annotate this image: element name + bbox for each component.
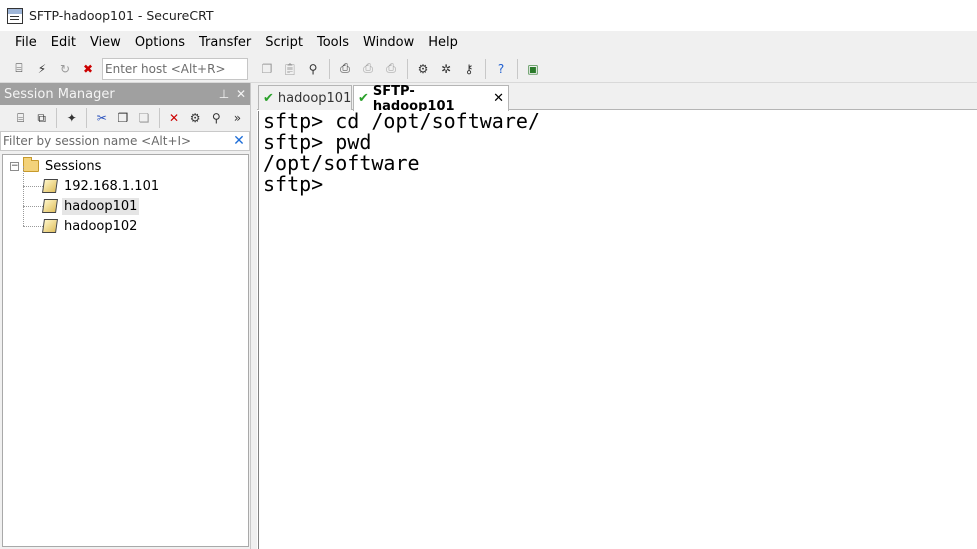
menu-file[interactable]: File <box>8 32 44 54</box>
session-options-icon[interactable]: ⚙ <box>414 60 432 78</box>
session-tree: − Sessions 192.168.1.101 hadoop101 hadoo… <box>2 154 249 547</box>
tree-connector <box>23 206 24 226</box>
tree-session-item[interactable]: hadoop102 <box>3 206 248 236</box>
terminal-prompt: sftp> <box>263 172 324 196</box>
terminal-line: sftp> pwd <box>263 130 372 154</box>
main-toolbar: ⌸ ⚡ ↻ ✖ Enter host <Alt+R> ❐ 📋︎ ⚲ ⎙ ⎙ ⎙ … <box>0 55 977 83</box>
tree-connector <box>23 186 43 187</box>
find-icon[interactable]: ⚲ <box>304 60 322 78</box>
reconnect-icon[interactable]: ↻ <box>56 60 74 78</box>
properties-icon[interactable]: ⚙ <box>187 109 204 127</box>
session-icon <box>42 219 58 233</box>
tree-connector <box>23 166 24 186</box>
overflow-chevron-icon[interactable]: » <box>229 109 246 127</box>
terminal-line: sftp> cd /opt/software/ <box>263 109 540 133</box>
menu-edit[interactable]: Edit <box>44 32 83 54</box>
session-icon <box>42 179 58 193</box>
tree-folder-label: Sessions <box>45 158 102 174</box>
session-manager-panel: Session Manager ⊥ ✕ ⌸ ⧉ ✦ ✂ ❐ ❏ ✕ ⚙ ⚲ » … <box>0 83 251 549</box>
disconnect-icon[interactable]: ✖ <box>79 60 97 78</box>
close-tab-icon[interactable]: ✕ <box>493 91 504 106</box>
paste-session-icon[interactable]: ❏ <box>135 109 152 127</box>
menu-options[interactable]: Options <box>128 32 192 54</box>
paste-icon[interactable]: 📋︎ <box>281 60 299 78</box>
terminal-area[interactable]: sftp> cd /opt/software/ sftp> pwd /opt/s… <box>258 111 977 549</box>
find-session-icon[interactable]: ⚲ <box>208 109 225 127</box>
menu-bar: File Edit View Options Transfer Script T… <box>0 31 977 55</box>
connect-session-icon[interactable]: ⌸ <box>12 109 29 127</box>
delete-icon[interactable]: ✕ <box>166 109 183 127</box>
tree-session-label: 192.168.1.101 <box>64 178 160 194</box>
session-icon <box>42 199 58 213</box>
menu-transfer[interactable]: Transfer <box>192 32 258 54</box>
panel-splitter[interactable] <box>251 83 257 549</box>
toolbar-separator <box>485 58 486 79</box>
toolbar-separator <box>158 108 160 128</box>
tree-folder-sessions[interactable]: − Sessions <box>3 156 248 176</box>
tree-connector <box>23 186 24 206</box>
toolbar-separator <box>329 58 330 79</box>
toolbar-separator <box>517 58 518 79</box>
connected-check-icon: ✔ <box>263 90 274 106</box>
connect-tab-icon[interactable]: ⧉ <box>33 109 50 127</box>
copy-session-icon[interactable]: ❐ <box>114 109 131 127</box>
terminal-line: /opt/software <box>263 151 420 175</box>
collapse-icon[interactable]: − <box>10 161 19 171</box>
clear-filter-icon[interactable]: ✕ <box>229 133 249 149</box>
new-session-icon[interactable]: ✦ <box>63 109 80 127</box>
tab-sftp-hadoop101[interactable]: ✔ SFTP-hadoop101 ✕ <box>353 84 509 114</box>
session-manager-toolbar: ⌸ ⧉ ✦ ✂ ❐ ❏ ✕ ⚙ ⚲ » <box>0 105 250 131</box>
title-bar: SFTP-hadoop101 - SecureCRT <box>0 0 977 31</box>
menu-tools[interactable]: Tools <box>310 32 356 54</box>
enter-host-input[interactable]: Enter host <Alt+R> <box>102 57 248 80</box>
session-manager-header: Session Manager ⊥ ✕ <box>0 83 250 105</box>
session-tab-bar: ✔ hadoop101 ✔ SFTP-hadoop101 ✕ <box>257 83 977 114</box>
help-icon[interactable]: ? <box>492 60 510 78</box>
close-panel-icon[interactable]: ✕ <box>233 87 249 101</box>
tree-session-label-selected: hadoop101 <box>62 197 140 215</box>
tree-session-item[interactable]: hadoop101 <box>3 186 248 216</box>
menu-view[interactable]: View <box>83 32 128 54</box>
session-filter: Filter by session name <Alt+I> ✕ <box>0 131 250 151</box>
menu-help[interactable]: Help <box>421 32 465 54</box>
pin-icon[interactable]: ⊥ <box>216 87 232 101</box>
session-manager-title: Session Manager <box>4 86 115 102</box>
session-filter-input[interactable]: Filter by session name <Alt+I> <box>1 134 229 148</box>
tab-label: hadoop101 <box>277 90 352 106</box>
sftp-icon[interactable]: ▣ <box>524 60 542 78</box>
connect-icon[interactable]: ⌸ <box>10 60 28 78</box>
global-options-icon[interactable]: ✲ <box>437 60 455 78</box>
tree-session-item[interactable]: 192.168.1.101 <box>3 166 248 196</box>
folder-icon <box>23 157 39 172</box>
print-icon[interactable]: ⎙ <box>336 60 354 78</box>
print-setup-icon[interactable]: ⎙ <box>382 60 400 78</box>
connected-check-icon: ✔ <box>358 91 369 106</box>
menu-script[interactable]: Script <box>258 32 310 54</box>
toolbar-separator <box>407 58 408 79</box>
cut-icon[interactable]: ✂ <box>93 109 110 127</box>
toolbar-separator <box>56 108 58 128</box>
window-title: SFTP-hadoop101 - SecureCRT <box>29 8 214 23</box>
quick-connect-icon[interactable]: ⚡ <box>33 60 51 78</box>
print-selection-icon[interactable]: ⎙ <box>359 60 377 78</box>
toolbar-separator <box>86 108 88 128</box>
menu-window[interactable]: Window <box>356 32 421 54</box>
tree-connector <box>23 226 43 227</box>
key-icon[interactable]: ⚷ <box>460 60 478 78</box>
tree-connector <box>23 206 43 207</box>
securecrt-app-icon <box>7 7 23 24</box>
copy-icon[interactable]: ❐ <box>258 60 276 78</box>
tab-hadoop101[interactable]: ✔ hadoop101 <box>258 85 352 110</box>
tree-session-label: hadoop102 <box>64 218 138 234</box>
